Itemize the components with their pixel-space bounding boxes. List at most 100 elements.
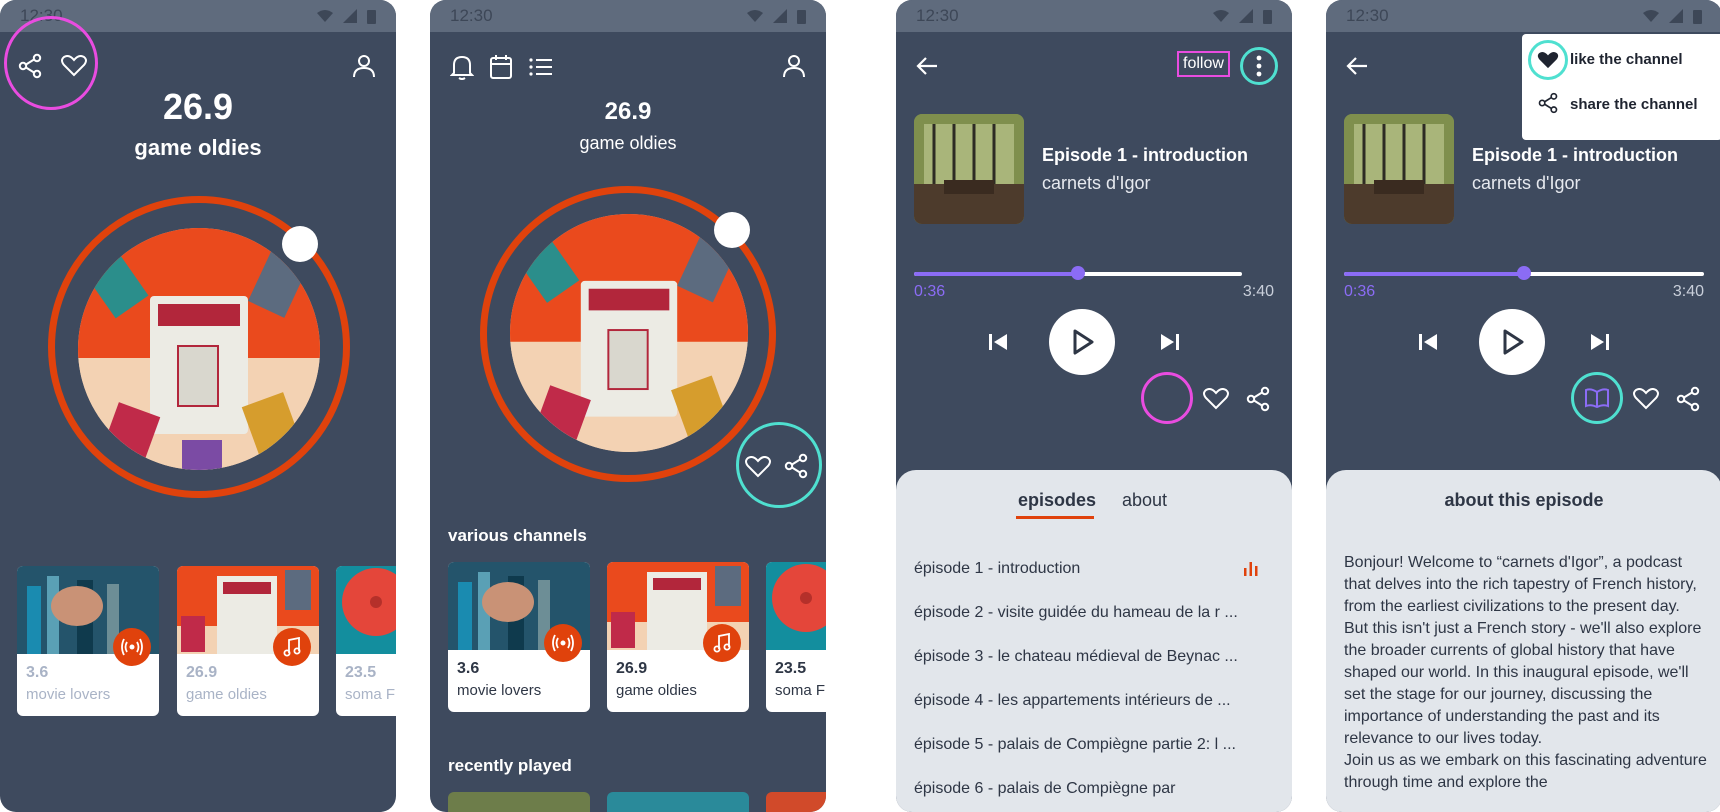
heart-icon[interactable] — [1203, 388, 1229, 410]
card-frequency: 26.9 — [616, 660, 648, 677]
skip-previous-icon[interactable] — [1418, 332, 1438, 352]
heart-icon[interactable] — [745, 456, 771, 478]
episode-title: Episode 1 - introduction — [1472, 145, 1678, 165]
screen-podcast-episodes: 12:30 follow Episode 1 - introduction ca… — [896, 0, 1292, 812]
screen-channel-home: 12:30 26.9 game oldies various channels … — [430, 0, 826, 812]
recent-card-thumbnail[interactable] — [766, 792, 826, 812]
music-note-icon — [703, 624, 741, 662]
play-button[interactable] — [1049, 309, 1115, 375]
card-thumbnail — [336, 566, 396, 654]
episode-cover — [914, 114, 1024, 224]
volume-knob[interactable] — [714, 212, 750, 248]
episode-row[interactable]: épisode 5 - palais de Compiègne partie 2… — [914, 736, 1254, 754]
volume-knob[interactable] — [282, 226, 318, 262]
recent-card-thumbnail[interactable] — [607, 792, 749, 812]
channel-frequency: 26.9 — [604, 98, 652, 125]
skip-next-icon[interactable] — [1160, 332, 1180, 352]
channel-card[interactable]: 3.6 movie lovers — [448, 562, 590, 712]
tab-episodes[interactable]: episodes — [1018, 490, 1096, 511]
status-bar: 12:30 — [896, 0, 1292, 32]
status-bar: 12:30 — [430, 0, 826, 32]
share-icon[interactable] — [784, 453, 808, 479]
progress-fill — [1344, 272, 1524, 276]
card-name: movie lovers — [26, 686, 111, 703]
episode-row[interactable]: épisode 6 - palais de Compiègne par — [914, 780, 1254, 798]
overflow-menu: like the channel share the channel — [1522, 34, 1720, 140]
status-time: 12:30 — [1346, 6, 1389, 25]
progress-thumb[interactable] — [1071, 266, 1085, 280]
back-arrow-icon[interactable] — [1346, 56, 1368, 76]
status-time: 12:30 — [450, 6, 493, 25]
status-icons — [747, 9, 806, 24]
channel-card[interactable]: 23.5 soma F — [336, 566, 396, 716]
heart-icon[interactable] — [61, 55, 87, 77]
card-frequency: 23.5 — [345, 664, 377, 681]
play-icon — [1073, 329, 1094, 355]
channel-frequency: 26.9 — [162, 86, 234, 127]
heart-icon[interactable] — [1633, 388, 1659, 410]
more-vert-icon[interactable] — [1256, 55, 1262, 77]
user-icon[interactable] — [782, 54, 806, 78]
channel-name: game oldies — [134, 135, 262, 160]
tab-about[interactable]: about — [1122, 490, 1167, 511]
wifi-icon — [1643, 10, 1659, 22]
battery-icon — [367, 9, 376, 24]
signal-icon — [773, 9, 787, 23]
tab-underline — [1016, 516, 1094, 519]
about-text: Bonjour! Welcome to “carnets d'Igor”, a … — [1344, 552, 1708, 794]
podcast-name: carnets d'Igor — [1042, 173, 1151, 193]
wifi-icon — [317, 10, 333, 22]
play-button[interactable] — [1479, 309, 1545, 375]
episode-row[interactable]: épisode 3 - le chateau médieval de Beyna… — [914, 648, 1254, 666]
menu-item-share[interactable]: share the channel — [1570, 96, 1698, 113]
progress-slider[interactable] — [1344, 266, 1704, 280]
user-icon[interactable] — [352, 54, 376, 78]
about-paragraph: Bonjour! Welcome to “carnets d'Igor”, a … — [1344, 554, 1702, 747]
card-name: movie lovers — [457, 682, 542, 699]
card-frequency: 23.5 — [775, 660, 807, 677]
card-name: game oldies — [616, 682, 697, 699]
channel-card[interactable]: 3.6 movie lovers — [17, 566, 159, 716]
follow-button[interactable]: follow — [1177, 51, 1230, 77]
time-total: 3:40 — [1242, 283, 1274, 300]
card-name: soma FM — [775, 682, 826, 699]
section-title: recently played — [448, 756, 572, 775]
channel-card[interactable]: 26.9 game oldies — [607, 562, 749, 712]
episode-cover — [1344, 114, 1454, 224]
back-arrow-icon[interactable] — [916, 56, 938, 76]
signal-icon — [1239, 9, 1253, 23]
episode-row[interactable]: épisode 4 - les appartements intérieurs … — [914, 692, 1254, 710]
recent-card-thumbnail[interactable] — [448, 792, 590, 812]
menu-item-like[interactable]: like the channel — [1570, 51, 1683, 68]
calendar-icon[interactable] — [489, 54, 513, 80]
progress-slider[interactable] — [914, 266, 1242, 280]
episode-title: Episode 1 - introduction — [1042, 145, 1248, 165]
status-icons — [1643, 9, 1702, 24]
status-bar: 12:30 — [1326, 0, 1720, 32]
broadcast-icon — [113, 628, 151, 666]
screen-channel-player: 12:30 26.9 game oldies 3.6 movie lovers … — [0, 0, 396, 812]
share-icon[interactable] — [1246, 386, 1270, 412]
time-current: 0:36 — [1344, 283, 1376, 300]
status-time: 12:30 — [916, 6, 959, 25]
share-icon[interactable] — [1676, 386, 1700, 412]
book-icon[interactable] — [1585, 388, 1609, 408]
card-frequency: 26.9 — [186, 664, 218, 681]
list-icon[interactable] — [529, 58, 553, 76]
episode-row[interactable]: épisode 1 - introduction — [914, 560, 1254, 578]
bell-icon[interactable] — [450, 54, 474, 80]
progress-thumb[interactable] — [1517, 266, 1531, 280]
highlight-circle — [1141, 372, 1193, 424]
share-icon[interactable] — [18, 53, 42, 79]
skip-previous-icon[interactable] — [988, 332, 1008, 352]
wifi-icon — [747, 10, 763, 22]
play-icon — [1503, 329, 1524, 355]
channel-card[interactable]: 26.9 game oldies — [177, 566, 319, 716]
battery-icon — [1263, 9, 1272, 24]
battery-icon — [797, 9, 806, 24]
channel-card[interactable]: 23.5 soma FM — [766, 562, 826, 712]
now-playing-icon — [1244, 560, 1258, 581]
skip-next-icon[interactable] — [1590, 332, 1610, 352]
episode-row[interactable]: épisode 2 - visite guidée du hameau de l… — [914, 604, 1254, 622]
podcast-name: carnets d'Igor — [1472, 173, 1581, 193]
